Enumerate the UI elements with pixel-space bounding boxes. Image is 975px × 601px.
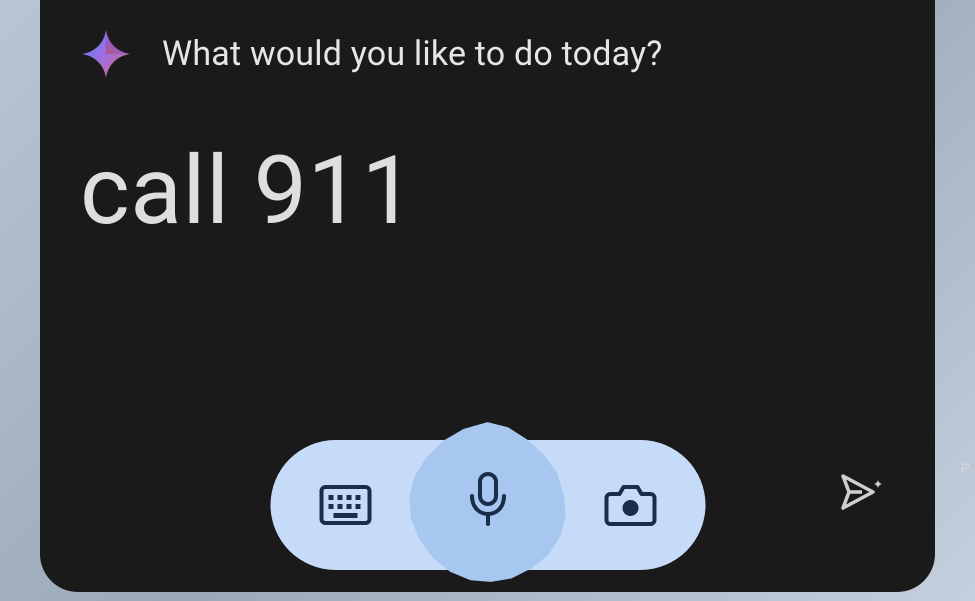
send-icon: [840, 472, 886, 512]
camera-button[interactable]: [600, 475, 660, 535]
keyboard-button[interactable]: [315, 475, 375, 535]
voice-transcript: call 911: [40, 80, 935, 245]
assistant-panel: What would you like to do today? call 91…: [40, 0, 935, 592]
sparkle-icon: [80, 28, 132, 80]
side-label: P: [961, 460, 970, 476]
assistant-header: What would you like to do today?: [40, 0, 935, 80]
send-button[interactable]: [838, 467, 888, 517]
camera-icon: [604, 482, 656, 528]
mic-icon: [468, 472, 508, 532]
keyboard-icon: [319, 485, 371, 525]
mic-button[interactable]: [398, 412, 578, 592]
assistant-prompt: What would you like to do today?: [162, 34, 663, 74]
